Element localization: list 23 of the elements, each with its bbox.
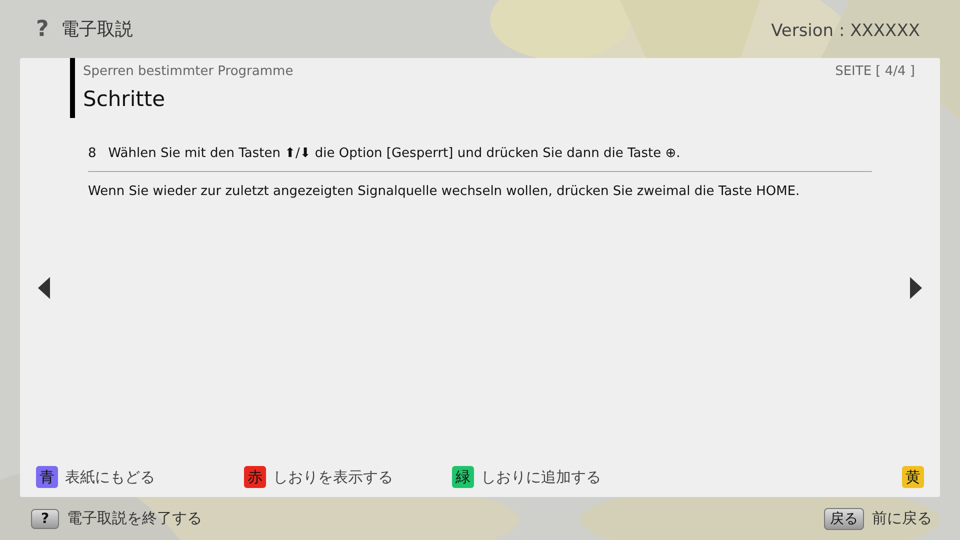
note-text: Wenn Sie wieder zur zuletzt angezeigten Signalquelle wechseln wollen, drücken Sie zweimal die Taste HOME.: [88, 184, 801, 199]
help-key-button[interactable]: ?: [31, 508, 60, 528]
step-number: 8: [88, 146, 96, 161]
color-key-label: 表紙にもどる: [65, 468, 155, 486]
color-key[interactable]: 緑: [452, 466, 474, 488]
title-bar-marker: [70, 58, 75, 118]
color-key-label: しおりを表示する: [273, 468, 393, 486]
color-key[interactable]: 黄: [902, 466, 924, 488]
page-heading: Schritte: [83, 87, 166, 111]
color-key[interactable]: 赤: [244, 466, 266, 488]
back-key-button[interactable]: 戻る: [824, 508, 864, 530]
color-key-label: しおりに追加する: [481, 468, 601, 486]
breadcrumb: Sperren bestimmter Programme: [83, 64, 294, 79]
step-text: Wählen Sie mit den Tasten ⬆/⬇ die Option [Gesperrt] und drücken Sie dann die Taste ⊕.: [108, 146, 680, 161]
next-page-icon[interactable]: [910, 276, 922, 298]
previous-page-icon[interactable]: [38, 276, 50, 298]
app-title: 電子取説: [60, 18, 133, 41]
exit-label: 電子取説を終了する: [67, 509, 202, 528]
back-label: 前に戻る: [872, 509, 932, 528]
help-icon: ?: [36, 16, 49, 42]
color-key[interactable]: 青: [36, 466, 58, 488]
version-label: Version : XXXXXX: [771, 21, 920, 41]
page-indicator: SEITE [ 4/4 ]: [835, 64, 915, 79]
